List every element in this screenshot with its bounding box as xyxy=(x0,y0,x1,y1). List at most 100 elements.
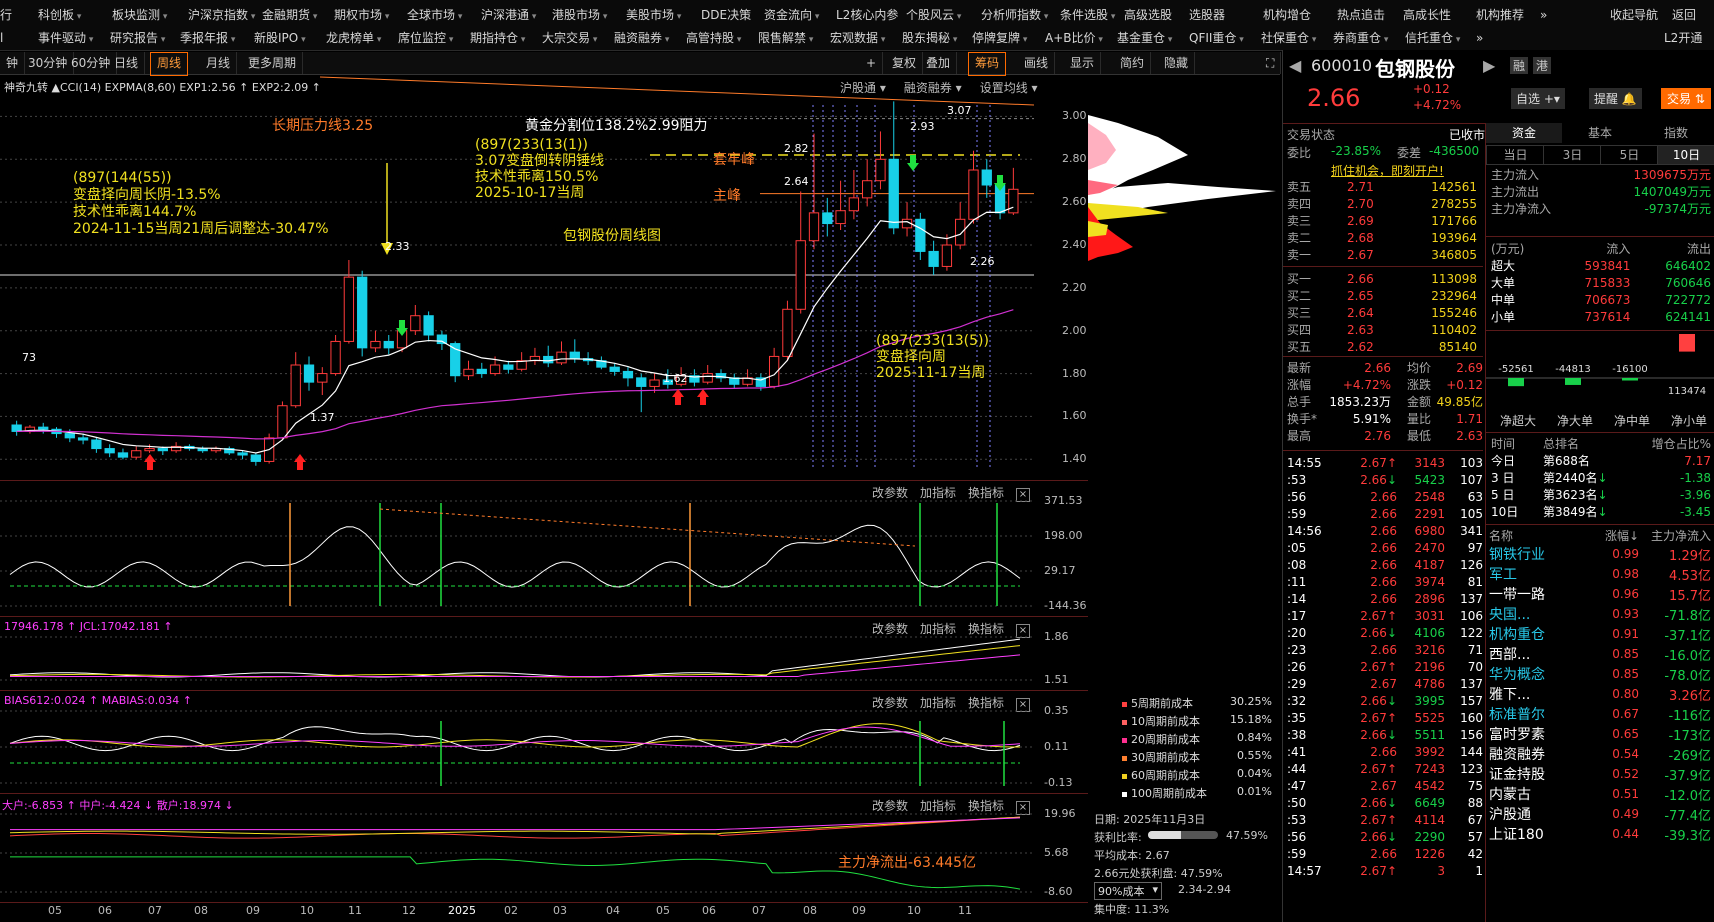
nav2-item-22[interactable]: L2开通 xyxy=(1664,27,1702,49)
nav-item-14[interactable]: 分析师指数 xyxy=(981,4,1048,28)
trade-button[interactable]: 交易 ⇅ xyxy=(1661,88,1711,109)
sector-row[interactable]: 证金持股 0.52 -37.9亿 xyxy=(1489,764,1711,784)
nav-item-10[interactable]: DDE决策 xyxy=(701,4,751,26)
nav-item-4[interactable]: 金融期货 xyxy=(262,4,317,28)
sector-row[interactable]: 钢铁行业 0.99 1.29亿 xyxy=(1489,544,1711,564)
nav-item-18[interactable]: 机构增仓 xyxy=(1263,4,1311,26)
nav-item-7[interactable]: 沪深港通 xyxy=(481,4,536,28)
tool-7[interactable]: 隐藏 xyxy=(1158,52,1196,74)
sector-row[interactable]: 内蒙古 0.51 -12.0亿 xyxy=(1489,784,1711,804)
day-tab-3[interactable]: 10日 xyxy=(1657,145,1714,165)
sector-row[interactable]: 军工 0.98 4.53亿 xyxy=(1489,564,1711,584)
nav2-item-16[interactable]: 基金重仓 xyxy=(1117,27,1172,51)
nav-item-20[interactable]: 高成长性 xyxy=(1403,4,1451,26)
period-5[interactable]: 月线 xyxy=(200,52,238,74)
nav-item-15[interactable]: 条件选股 xyxy=(1060,4,1115,28)
sector-row[interactable]: 央国... 0.93 -71.8亿 xyxy=(1489,604,1711,624)
prev-stock-button[interactable]: ◀ xyxy=(1289,56,1301,75)
nav2-item-5[interactable]: 龙虎榜单 xyxy=(326,27,381,51)
sector-row[interactable]: 标准普尔 0.67 -116亿 xyxy=(1489,704,1711,724)
nav2-item-8[interactable]: 大宗交易 xyxy=(542,27,597,51)
sector-row[interactable]: 一带一路 0.96 15.7亿 xyxy=(1489,584,1711,604)
nav2-item-21[interactable]: » xyxy=(1476,27,1483,49)
tool-2[interactable]: 叠加 xyxy=(920,52,958,74)
nav2-item-17[interactable]: QFII重仓 xyxy=(1189,27,1244,51)
nav2-item-1[interactable]: 事件驱动 xyxy=(38,27,93,51)
nav2-item-11[interactable]: 限售解禁 xyxy=(758,27,813,51)
nav-item-0[interactable]: 行 xyxy=(0,4,12,26)
month-label: 12 xyxy=(402,904,416,917)
open-account-link[interactable]: 抓住机会，即刻开户! xyxy=(1331,162,1444,179)
obv-panel[interactable]: 17946.178 ↑ JCL:17042.181 ↑ 改参数 加指标 换指标 × 1… xyxy=(0,617,1088,691)
nav-item-6[interactable]: 全球市场 xyxy=(407,4,462,28)
fund-tab-2[interactable]: 指数 xyxy=(1638,123,1714,143)
nav2-item-7[interactable]: 期指持仓 xyxy=(470,27,525,51)
kline-panel[interactable]: 神奇九转 ▲CCI(14) EXPMA(8,60) EXP1:2.56 ↑ EX… xyxy=(0,75,1276,481)
nav-item-5[interactable]: 期权市场 xyxy=(334,4,389,28)
fullscreen-button[interactable]: ⛶ xyxy=(1260,52,1282,74)
fund-tab-0[interactable]: 资金 xyxy=(1486,123,1563,143)
nav2-item-3[interactable]: 季报年报 xyxy=(180,27,235,51)
tool-0[interactable]: + xyxy=(860,52,884,74)
tool-3[interactable]: 筹码 xyxy=(968,52,1007,76)
day-tab-1[interactable]: 3日 xyxy=(1543,145,1602,165)
sector-row[interactable]: 华为概念 0.85 -78.0亿 xyxy=(1489,664,1711,684)
candle-body xyxy=(436,334,448,345)
nav2-item-4[interactable]: 新股IPO xyxy=(254,27,306,51)
tool-6[interactable]: 简约 xyxy=(1114,52,1152,74)
sector-row[interactable]: 融资融券 0.54 -269亿 xyxy=(1489,744,1711,764)
nav-item-13[interactable]: 个股风云 xyxy=(906,4,961,28)
nav-item-21[interactable]: 机构推荐 xyxy=(1476,4,1524,26)
nav2-item-14[interactable]: 停牌复牌 xyxy=(972,27,1027,51)
period-3[interactable]: 日线 xyxy=(108,52,146,74)
nav2-item-20[interactable]: 信托重仓 xyxy=(1405,27,1460,51)
watchlist-button[interactable]: 自选 +▾ xyxy=(1511,88,1565,109)
tool-1[interactable]: 复权 xyxy=(886,52,924,74)
nav2-item-10[interactable]: 高管持股 xyxy=(686,27,741,51)
nav-item-24[interactable]: 返回 xyxy=(1672,4,1696,26)
nav2-item-15[interactable]: A+B比价 xyxy=(1045,27,1103,51)
day-tab-2[interactable]: 5日 xyxy=(1600,145,1659,165)
period-4[interactable]: 周线 xyxy=(150,52,189,76)
cci-panel[interactable]: 改参数 加指标 换指标 × 371.53 198.00 29.17 -144.36 xyxy=(0,481,1088,617)
nav-item-17[interactable]: 选股器 xyxy=(1189,4,1225,26)
sector-row[interactable]: 富时罗素 0.65 -173亿 xyxy=(1489,724,1711,744)
nav-item-19[interactable]: 热点追击 xyxy=(1337,4,1385,26)
period-6[interactable]: 更多周期 xyxy=(242,52,304,74)
nav-item-11[interactable]: 资金流向 xyxy=(764,4,819,28)
nav2-item-13[interactable]: 股东揭秘 xyxy=(902,27,957,51)
sector-row[interactable]: 雅下... 0.80 3.26亿 xyxy=(1489,684,1711,704)
nav-item-23[interactable]: 收起导航 xyxy=(1610,4,1658,26)
day-tab-0[interactable]: 当日 xyxy=(1486,145,1545,165)
tool-4[interactable]: 画线 xyxy=(1018,52,1056,74)
sector-row[interactable]: 上证180 0.44 -39.3亿 xyxy=(1489,824,1711,844)
next-stock-button[interactable]: ▶ xyxy=(1483,56,1495,75)
nav-item-8[interactable]: 港股市场 xyxy=(552,4,607,28)
sector-row[interactable]: 沪股通 0.49 -77.4亿 xyxy=(1489,804,1711,824)
cost-item: 60周期前成本 0.04% xyxy=(1122,767,1272,783)
bias-panel[interactable]: BIAS612:0.024 ↑ MABIAS:0.034 ↑ 改参数 加指标 换指标… xyxy=(0,691,1088,794)
nav2-item-9[interactable]: 融资融券 xyxy=(614,27,669,51)
nav-item-2[interactable]: 板块监测 xyxy=(112,4,167,28)
fund-tab-1[interactable]: 基本 xyxy=(1562,123,1639,143)
nav2-item-0[interactable]: l xyxy=(0,27,3,49)
nav-item-9[interactable]: 美股市场 xyxy=(626,4,681,28)
nav2-item-12[interactable]: 宏观数据 xyxy=(830,27,885,51)
nav-item-3[interactable]: 沪深京指数 xyxy=(188,4,255,28)
nav-item-22[interactable]: » xyxy=(1540,4,1547,26)
nav-item-16[interactable]: 高级选股 xyxy=(1124,4,1172,26)
fundflow-panel[interactable]: 大户:-6.853 ↑ 中户:-4.424 ↓ 散户:18.974 ↓ 改参数加… xyxy=(0,794,1088,903)
tool-5[interactable]: 显示 xyxy=(1064,52,1102,74)
kline-chart xyxy=(0,76,1034,470)
sector-row[interactable]: 机构重仓 0.91 -37.1亿 xyxy=(1489,624,1711,644)
nav2-item-2[interactable]: 研究报告 xyxy=(110,27,165,51)
cost-percent-select[interactable]: 90%成本 ▾ xyxy=(1094,882,1162,900)
nav2-item-6[interactable]: 席位监控 xyxy=(398,27,453,51)
nav-item-12[interactable]: L2核心内参 xyxy=(836,4,898,26)
nav2-item-18[interactable]: 社保重仓 xyxy=(1261,27,1316,51)
nav2-item-19[interactable]: 券商重仓 xyxy=(1333,27,1388,51)
nav-item-1[interactable]: 科创板 xyxy=(38,4,81,28)
alert-button[interactable]: 提醒 🔔 xyxy=(1589,88,1642,109)
sector-row[interactable]: 西部... 0.85 -16.0亿 xyxy=(1489,644,1711,664)
month-label: 07 xyxy=(752,904,766,917)
